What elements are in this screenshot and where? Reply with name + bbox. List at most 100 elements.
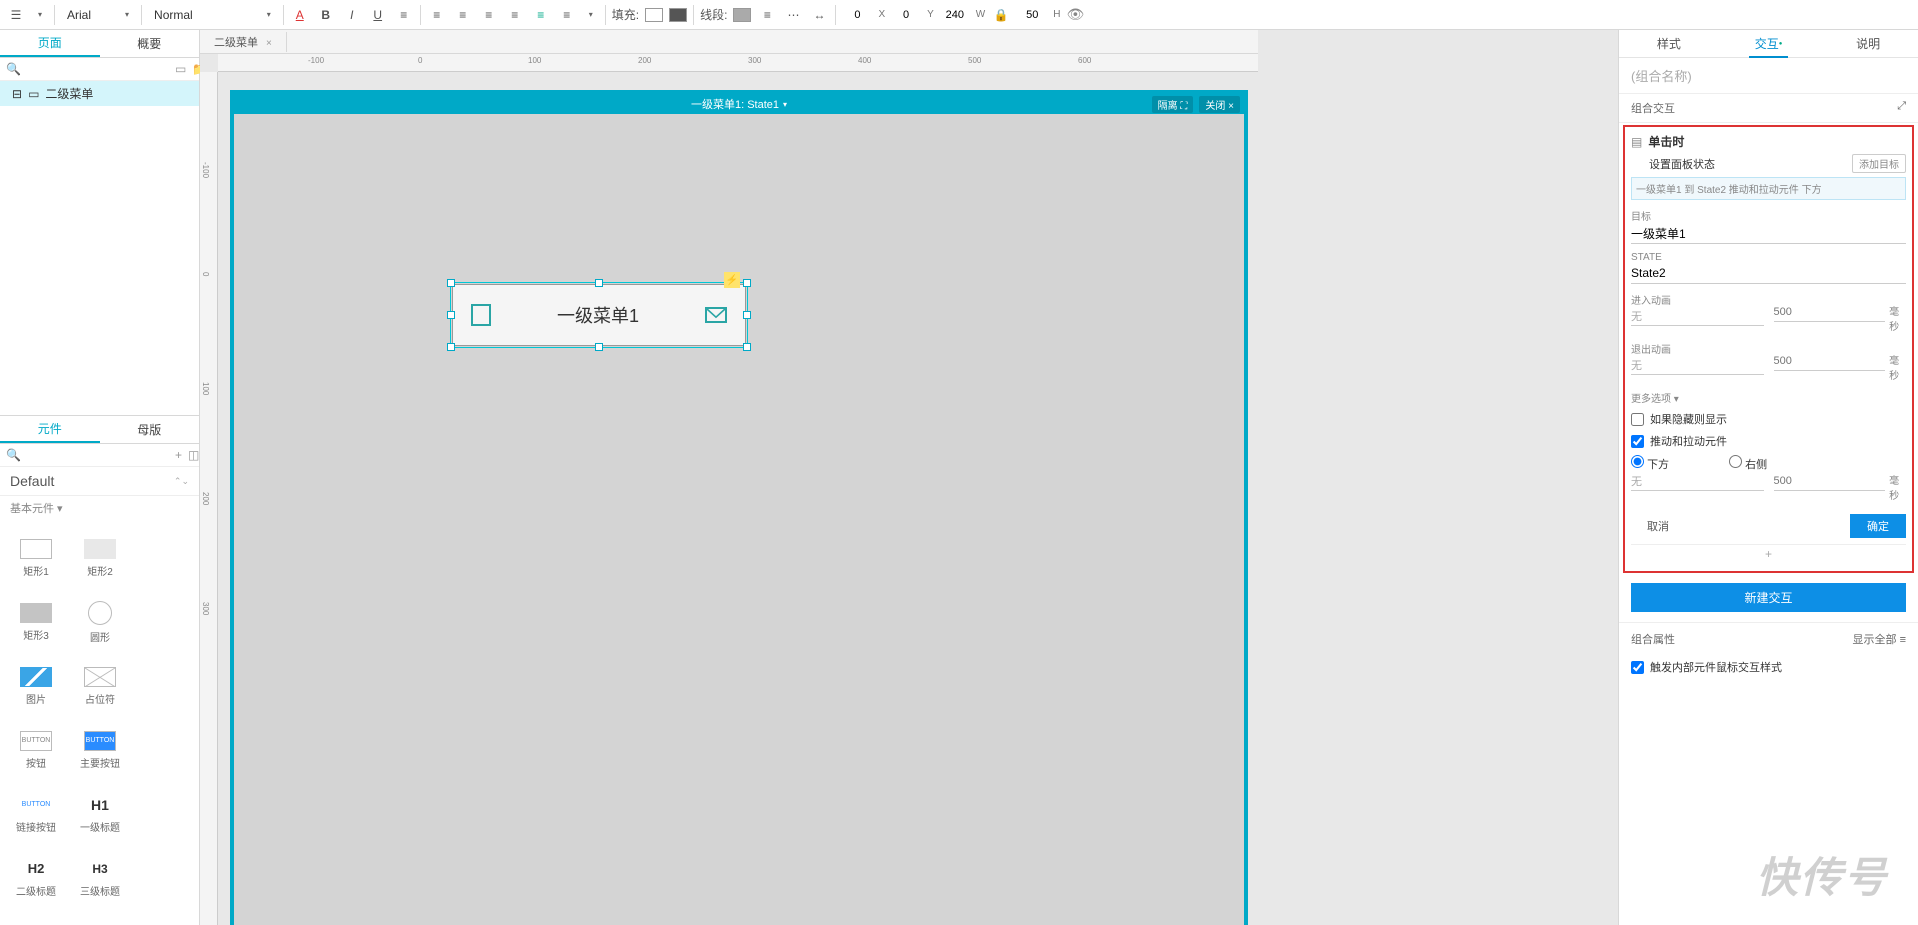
h-input[interactable] — [1017, 6, 1047, 24]
check-show-if-hidden[interactable]: 如果隐藏则显示 — [1631, 411, 1906, 427]
format-dropdown[interactable]: Normal▾ — [148, 6, 277, 24]
group-props-label: 组合属性 — [1631, 631, 1675, 647]
dp-header[interactable]: 一级菜单1: State1▾ 隔离 ⛶ 关闭 × — [234, 94, 1244, 114]
pages-search-input[interactable] — [27, 63, 169, 75]
expand-icon[interactable]: ⤢ — [1897, 100, 1906, 116]
tab-notes[interactable]: 说明 — [1818, 30, 1918, 57]
fill-swatch-1[interactable] — [645, 8, 663, 22]
isolate-button[interactable]: 隔离 ⛶ — [1152, 96, 1194, 113]
widget-circle[interactable]: 圆形 — [68, 590, 132, 654]
tab-interactions[interactable]: 交互 ● — [1719, 30, 1819, 57]
widget-button[interactable]: BUTTON按钮 — [4, 718, 68, 782]
underline-icon[interactable]: U — [368, 5, 388, 25]
align-toggle-icon[interactable]: ☰ — [6, 5, 26, 25]
ok-button[interactable]: 确定 — [1850, 514, 1906, 538]
line-style-icon[interactable]: ⋯ — [783, 5, 803, 25]
widget-rect3[interactable]: 矩形3 — [4, 590, 68, 654]
valign-mid-icon[interactable]: ≡ — [531, 5, 551, 25]
fill-swatch-2[interactable] — [669, 8, 687, 22]
new-interaction-button[interactable]: 新建交互 — [1631, 583, 1906, 612]
tab-outline[interactable]: 概要 — [100, 30, 200, 57]
page-tree-item[interactable]: ⊟ ▭ 二级菜单 — [0, 81, 199, 106]
align-right-icon[interactable]: ≡ — [479, 5, 499, 25]
radio-below[interactable]: 下方 — [1631, 455, 1669, 472]
valign-top-icon[interactable]: ≡ — [505, 5, 525, 25]
align-left-icon[interactable]: ≡ — [427, 5, 447, 25]
widget-image[interactable]: 图片 — [4, 654, 68, 718]
widget-h2[interactable]: H2二级标题 — [4, 846, 68, 910]
widget-link-button[interactable]: BUTTON链接按钮 — [4, 782, 68, 846]
widget-placeholder[interactable]: 占位符 — [68, 654, 132, 718]
close-dp-button[interactable]: 关闭 × — [1199, 96, 1240, 113]
add-page-icon[interactable]: ▭ — [175, 62, 186, 76]
widget-rect2[interactable]: 矩形2 — [68, 526, 132, 590]
section-basic[interactable]: 基本元件 ▾ — [0, 496, 199, 520]
font-dropdown[interactable]: Arial▾ — [61, 6, 135, 24]
check-trigger-mouse[interactable]: 触发内部元件鼠标交互样式 — [1619, 655, 1918, 679]
tab-widgets[interactable]: 元件 — [0, 416, 100, 443]
show-all-button[interactable]: 显示全部 ≡ — [1853, 631, 1906, 647]
state-select[interactable] — [1631, 263, 1906, 284]
w-input[interactable] — [940, 6, 970, 24]
target-label: 目标 — [1631, 208, 1906, 223]
arrow-icon[interactable]: ↔ — [809, 5, 829, 25]
add-widget-icon[interactable]: + — [175, 448, 182, 462]
page-icon: ▭ — [28, 87, 39, 101]
top-toolbar: ☰ ▾ Arial▾ Normal▾ A B I U ≡ ≡ ≡ ≡ ≡ ≡ ≡… — [0, 0, 1918, 30]
canvas-tab[interactable]: 二级菜单× — [200, 32, 287, 52]
add-target-button[interactable]: 添加目标 — [1852, 154, 1906, 173]
more-options-toggle[interactable]: 更多选项 ▾ — [1631, 390, 1906, 405]
anim-out-label: 退出动画 — [1631, 341, 1764, 356]
tab-masters[interactable]: 母版 — [100, 416, 200, 443]
tab-style[interactable]: 样式 — [1619, 30, 1719, 57]
state-label: STATE — [1631, 252, 1906, 263]
anim-out-duration[interactable] — [1774, 352, 1886, 371]
widget-primary-button[interactable]: BUTTON主要按钮 — [68, 718, 132, 782]
bullets-icon[interactable]: ≡ — [394, 5, 414, 25]
add-action-button[interactable]: + — [1631, 544, 1906, 563]
align-dropdown[interactable]: ▾ — [32, 8, 48, 21]
anim-out-select[interactable] — [1631, 356, 1764, 375]
x-input[interactable] — [842, 6, 872, 24]
valign-bot-icon[interactable]: ≡ — [557, 5, 577, 25]
library-dropdown[interactable]: Default⌃⌄ — [0, 467, 199, 496]
lib-icon[interactable]: ◫ — [188, 448, 199, 462]
event-label: 单击时 — [1648, 133, 1684, 150]
menu-icon[interactable]: ▤ — [1631, 135, 1642, 149]
radio-right[interactable]: 右侧 — [1729, 455, 1767, 472]
close-tab-icon[interactable]: × — [266, 38, 272, 49]
selected-widget[interactable]: 一级菜单1 — [452, 284, 746, 346]
push-duration[interactable] — [1774, 472, 1886, 491]
interaction-badge-icon[interactable]: ⚡ — [724, 272, 740, 288]
group-interact-label: 组合交互 — [1631, 100, 1675, 116]
check-push-pull[interactable]: 推动和拉动元件 — [1631, 433, 1906, 449]
search-icon[interactable]: 🔍 — [6, 448, 21, 462]
anim-in-duration[interactable] — [1774, 303, 1886, 322]
anim-in-select[interactable] — [1631, 307, 1764, 326]
y-input[interactable] — [891, 6, 921, 24]
widgets-search-input[interactable] — [27, 449, 169, 461]
line-weight-icon[interactable]: ≡ — [757, 5, 777, 25]
bold-icon[interactable]: B — [316, 5, 336, 25]
widget-h1[interactable]: H1一级标题 — [68, 782, 132, 846]
tab-pages[interactable]: 页面 — [0, 30, 100, 57]
line-swatch[interactable] — [733, 8, 751, 22]
ruler-vertical: -100 0 100 200 300 — [200, 72, 218, 925]
spacing-dropdown[interactable]: ▾ — [583, 8, 599, 21]
italic-icon[interactable]: I — [342, 5, 362, 25]
dynamic-panel-frame: 一级菜单1: State1▾ 隔离 ⛶ 关闭 × 一级菜单1 ⚡ — [230, 90, 1248, 925]
widget-rect1[interactable]: 矩形1 — [4, 526, 68, 590]
target-select[interactable] — [1631, 223, 1906, 244]
align-center-icon[interactable]: ≡ — [453, 5, 473, 25]
text-color-icon[interactable]: A — [290, 5, 310, 25]
visibility-icon[interactable]: 👁 — [1066, 6, 1084, 23]
interaction-dot-icon: ● — [1779, 41, 1783, 47]
line-label: 线段: — [700, 6, 727, 23]
cancel-button[interactable]: 取消 — [1631, 515, 1685, 537]
search-icon[interactable]: 🔍 — [6, 62, 21, 76]
push-anim-select[interactable] — [1631, 472, 1764, 491]
widget-name-input[interactable]: (组合名称) — [1619, 58, 1918, 94]
document-icon — [471, 304, 491, 326]
widget-h3[interactable]: H3三级标题 — [68, 846, 132, 910]
lock-aspect-icon[interactable]: 🔒 — [991, 5, 1011, 25]
